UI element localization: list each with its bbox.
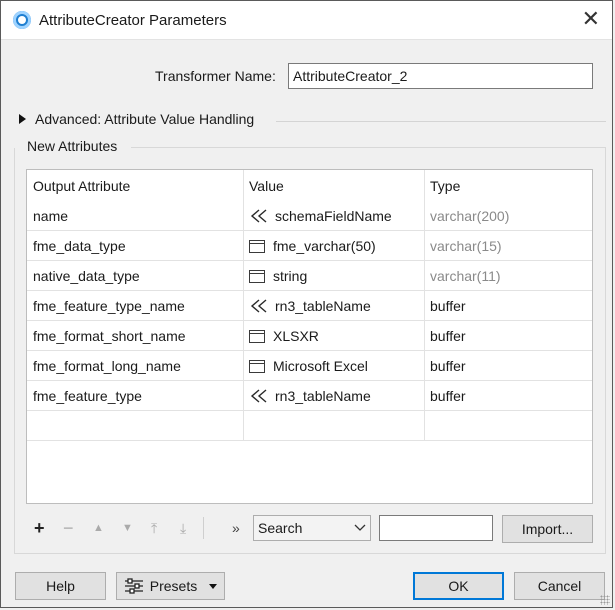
- value-cell[interactable]: fme_varchar(50): [249, 231, 424, 261]
- fme-icon: [13, 11, 31, 29]
- output-attribute-cell[interactable]: fme_format_short_name: [33, 321, 243, 351]
- ok-button[interactable]: OK: [413, 572, 504, 600]
- output-attribute-cell[interactable]: fme_feature_type_name: [33, 291, 243, 321]
- transformer-name-input[interactable]: [288, 63, 593, 89]
- type-cell[interactable]: varchar(11): [430, 261, 590, 291]
- value-cell[interactable]: string: [249, 261, 424, 291]
- value-text: XLSXR: [273, 328, 319, 344]
- value-cell[interactable]: schemaFieldName: [249, 201, 424, 231]
- add-row-button[interactable]: +: [34, 517, 45, 539]
- value-cell[interactable]: rn3_tableName: [249, 291, 424, 321]
- table-header: Output Attribute Value Type: [27, 171, 592, 201]
- value-text: rn3_tableName: [275, 388, 371, 404]
- output-attribute-cell[interactable]: fme_format_long_name: [33, 351, 243, 381]
- move-to-top-button[interactable]: ⤒: [151, 517, 157, 539]
- advanced-section-toggle[interactable]: Advanced: Attribute Value Handling: [19, 111, 254, 127]
- table-row[interactable]: fme_format_short_name XLSXR buffer: [27, 321, 592, 351]
- type-cell[interactable]: buffer: [430, 381, 590, 411]
- attributes-table: Output Attribute Value Type name schemaFi…: [26, 169, 593, 504]
- new-attributes-title: New Attributes: [25, 138, 120, 154]
- output-attribute-cell[interactable]: native_data_type: [33, 261, 243, 291]
- value-text: rn3_tableName: [275, 298, 371, 314]
- type-cell[interactable]: varchar(200): [430, 201, 590, 231]
- window-title: AttributeCreator Parameters: [39, 12, 227, 29]
- advanced-section-label: Advanced: Attribute Value Handling: [35, 111, 255, 127]
- table-row[interactable]: fme_feature_type_name rn3_tableName buffer: [27, 291, 592, 321]
- dropdown-caret-icon: [209, 583, 218, 589]
- transformer-name-label: Transformer Name:: [155, 68, 276, 84]
- remove-row-button[interactable]: −: [63, 517, 74, 539]
- type-cell[interactable]: varchar(15): [430, 231, 590, 261]
- column-header-output-attribute[interactable]: Output Attribute: [33, 171, 243, 201]
- attributecreator-dialog: AttributeCreator Parameters ✕ Transforme…: [0, 0, 613, 608]
- advanced-divider: [276, 121, 606, 122]
- attribute-value-icon[interactable]: [249, 389, 267, 403]
- empty-table-row[interactable]: [27, 411, 592, 441]
- table-row[interactable]: fme_feature_type rn3_tableName buffer: [27, 381, 592, 411]
- presets-button[interactable]: Presets: [116, 572, 225, 600]
- close-icon[interactable]: ✕: [582, 8, 600, 30]
- type-cell[interactable]: buffer: [430, 321, 590, 351]
- search-mode-value: Search: [258, 520, 303, 536]
- string-value-icon[interactable]: [249, 239, 265, 253]
- move-to-bottom-button[interactable]: ⤓: [180, 517, 186, 539]
- output-attribute-cell[interactable]: name: [33, 201, 243, 231]
- move-up-button[interactable]: ▲: [93, 517, 104, 539]
- output-attribute-cell[interactable]: fme_feature_type: [33, 381, 243, 411]
- search-input[interactable]: [379, 515, 493, 541]
- type-cell[interactable]: buffer: [430, 291, 590, 321]
- value-text: schemaFieldName: [275, 208, 392, 224]
- presets-label: Presets: [149, 578, 198, 594]
- attribute-value-icon[interactable]: [249, 209, 267, 223]
- attribute-value-icon[interactable]: [249, 299, 267, 313]
- table-row[interactable]: fme_format_long_name Microsoft Excel buffe…: [27, 351, 592, 381]
- table-row[interactable]: fme_data_type fme_varchar(50) varchar(15): [27, 231, 592, 261]
- sliders-icon: [124, 578, 143, 594]
- import-button[interactable]: Import...: [502, 515, 593, 543]
- string-value-icon[interactable]: [249, 269, 265, 283]
- title-bar: AttributeCreator Parameters ✕: [1, 1, 612, 40]
- cancel-button[interactable]: Cancel: [514, 572, 605, 600]
- string-value-icon[interactable]: [249, 329, 265, 343]
- help-button[interactable]: Help: [15, 572, 106, 600]
- expand-triangle-icon: [19, 114, 26, 124]
- table-row[interactable]: name schemaFieldName varchar(200): [27, 201, 592, 231]
- search-mode-select[interactable]: Search: [253, 515, 371, 541]
- type-cell[interactable]: buffer: [430, 351, 590, 381]
- table-row[interactable]: native_data_type string varchar(11): [27, 261, 592, 291]
- resize-grip-icon[interactable]: [600, 595, 610, 605]
- group-divider: [131, 147, 606, 148]
- column-header-type[interactable]: Type: [430, 171, 590, 201]
- value-text: Microsoft Excel: [273, 358, 368, 374]
- column-header-value[interactable]: Value: [249, 171, 424, 201]
- chevron-down-icon: [354, 524, 366, 531]
- value-cell[interactable]: XLSXR: [249, 321, 424, 351]
- string-value-icon[interactable]: [249, 359, 265, 373]
- value-cell[interactable]: rn3_tableName: [249, 381, 424, 411]
- value-cell[interactable]: Microsoft Excel: [249, 351, 424, 381]
- value-text: string: [273, 268, 308, 284]
- value-text: fme_varchar(50): [273, 238, 376, 254]
- expand-toolbar-icon[interactable]: »: [232, 520, 240, 536]
- output-attribute-cell[interactable]: fme_data_type: [33, 231, 243, 261]
- toolbar-divider: [203, 517, 204, 539]
- move-down-button[interactable]: ▼: [122, 517, 133, 539]
